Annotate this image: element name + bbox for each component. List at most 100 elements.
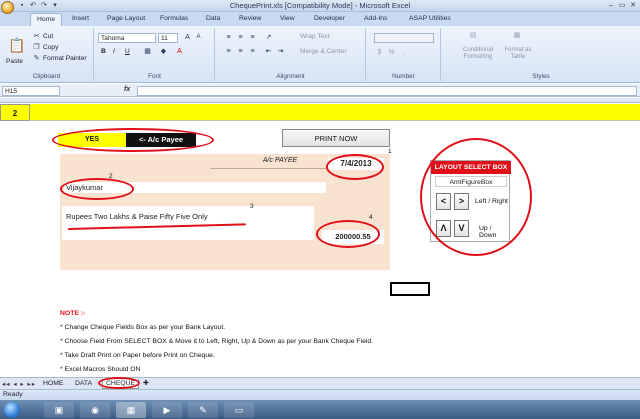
name-annotation-ellipse: [60, 178, 134, 200]
row-2: [0, 104, 640, 121]
bold-button[interactable]: B: [101, 48, 106, 55]
amount-annotation-ellipse: [316, 220, 380, 248]
row-header[interactable]: 2: [0, 104, 30, 121]
underline-button[interactable]: U: [125, 48, 130, 55]
tab-review[interactable]: Review: [239, 15, 261, 22]
cheque-tab-annotation-ellipse: [98, 377, 140, 389]
paste-button[interactable]: Paste: [6, 58, 23, 65]
comma-icon[interactable]: ,: [399, 48, 408, 57]
conditional-formatting-button[interactable]: Conditional Formatting: [456, 47, 500, 61]
font-color-icon[interactable]: A: [175, 47, 184, 56]
annotation-number: 3: [250, 203, 254, 210]
format-painter-icon: ✎: [33, 55, 40, 62]
note-item: * Take Draft Print on Paper before Print…: [60, 352, 215, 359]
cut-icon: ✂: [33, 33, 40, 40]
format-as-table-button[interactable]: Format as Table: [502, 47, 534, 61]
fill-color-icon[interactable]: ◆: [159, 47, 168, 56]
format-as-table-icon[interactable]: ▦: [510, 31, 524, 45]
note-item: * Change Cheque Fields Box as per your B…: [60, 324, 226, 331]
browser-icon[interactable]: ◉: [80, 402, 110, 418]
tab-formulas[interactable]: Formulas: [160, 15, 188, 22]
percent-icon[interactable]: %: [387, 48, 396, 57]
conditional-formatting-icon[interactable]: ▤: [466, 31, 480, 45]
align-left-icon[interactable]: ≡: [224, 47, 233, 56]
note-item: * Choose Field From SELECT BOX & Move it…: [60, 338, 374, 345]
font-size-select[interactable]: 11: [158, 33, 178, 43]
tab-data[interactable]: Data: [206, 15, 220, 22]
tools-icon[interactable]: ✎: [188, 402, 218, 418]
note-item: * Excel Macros Should ON: [60, 366, 141, 373]
align-top-icon[interactable]: ≡: [224, 33, 233, 42]
media-icon[interactable]: ▶: [152, 402, 182, 418]
tab-asap-utilities[interactable]: ASAP Utilities: [409, 15, 451, 22]
column-headers: [0, 98, 640, 103]
maximize-button[interactable]: ▭: [617, 1, 627, 10]
amount-words-field[interactable]: Rupees Two Lakhs & Paise Fifty Five Only: [62, 206, 314, 240]
merge-center-button[interactable]: Merge & Center: [300, 48, 347, 55]
tab-add-ins[interactable]: Add-Ins: [364, 15, 387, 22]
alignment-label: Alignment: [276, 73, 305, 80]
grow-font-icon[interactable]: A: [183, 33, 192, 42]
copy-button[interactable]: Copy: [43, 44, 58, 51]
font-name-select[interactable]: Tahoma: [98, 33, 156, 43]
minimize-button[interactable]: –: [606, 1, 616, 10]
status-text: Ready: [3, 391, 23, 398]
tab-developer[interactable]: Developer: [314, 15, 345, 22]
highlight-ellipse: [52, 128, 214, 152]
worksheet: 2 YES <- A/c Payee PRINT NOW A/c PAYEE 7…: [0, 104, 640, 377]
align-bottom-icon[interactable]: ≡: [248, 33, 257, 42]
align-center-icon[interactable]: ≡: [236, 47, 245, 56]
borders-icon[interactable]: ▦: [143, 47, 152, 56]
align-middle-icon[interactable]: ≡: [236, 33, 245, 42]
layout-box-annotation-ellipse: [420, 138, 532, 256]
font-label: Font: [148, 73, 161, 80]
align-right-icon[interactable]: ≡: [248, 47, 257, 56]
clipboard-label: Clipboard: [32, 73, 61, 80]
start-button[interactable]: [4, 402, 20, 418]
office-button[interactable]: [1, 1, 14, 14]
insert-sheet-icon[interactable]: ✚: [140, 379, 152, 389]
currency-icon[interactable]: $: [375, 48, 384, 57]
styles-group: ▤ Conditional Formatting ▦ Format as Tab…: [442, 28, 640, 81]
ribbon: 📋 Paste ✂ Cut ❐ Copy ✎ Format Painter Cl…: [0, 26, 640, 83]
tab-insert[interactable]: Insert: [72, 15, 89, 22]
format-painter-button[interactable]: Format Painter: [43, 55, 87, 62]
wrap-text-button[interactable]: Wrap Text: [300, 33, 329, 40]
number-label: Number: [392, 73, 415, 80]
sheet-tab-home[interactable]: HOME: [40, 379, 66, 389]
folder-icon[interactable]: ▣: [44, 402, 74, 418]
paste-icon[interactable]: 📋: [8, 36, 25, 54]
tab-page-layout[interactable]: Page Layout: [107, 15, 145, 22]
font-group: Tahoma 11 A A B I U ▦ ◆ A Font: [95, 28, 215, 81]
increase-indent-icon[interactable]: ⇥: [276, 47, 285, 56]
alignment-group: ≡ ≡ ≡ ↗ Wrap Text ≡ ≡ ≡ ⇤ ⇥ Merge & Cent…: [216, 28, 366, 81]
close-button[interactable]: ✕: [628, 1, 638, 10]
taskbar: ▣ ◉ ▦ ▶ ✎ ▭: [0, 400, 640, 419]
decrease-indent-icon[interactable]: ⇤: [264, 47, 273, 56]
italic-button[interactable]: I: [113, 48, 115, 55]
selected-cell[interactable]: [390, 282, 430, 296]
sheet-tab-data[interactable]: DATA: [72, 379, 95, 389]
ribbon-tabs: Home Insert Page Layout Formulas Data Re…: [0, 12, 640, 26]
cut-button[interactable]: Cut: [43, 33, 53, 40]
title-bar: ▪ ↶ ↷ ▾ ChequePrint.xls [Compatibility M…: [0, 0, 640, 12]
image-icon[interactable]: ▭: [224, 402, 254, 418]
annotation-number: 2: [109, 173, 113, 180]
status-bar: Ready: [0, 389, 640, 400]
shrink-font-icon[interactable]: A: [194, 33, 203, 42]
window-controls: – ▭ ✕: [606, 1, 638, 10]
tab-home[interactable]: Home: [30, 13, 63, 26]
annotation-number: 4: [369, 214, 373, 221]
print-now-button[interactable]: PRINT NOW: [282, 129, 390, 147]
orientation-icon[interactable]: ↗: [264, 33, 273, 42]
tab-view[interactable]: View: [280, 15, 295, 22]
fx-icon[interactable]: fx: [124, 86, 130, 93]
sheet-nav-icons[interactable]: ◂◂ ◂ ▸ ▸▸: [2, 380, 36, 388]
excel-icon[interactable]: ▦: [116, 402, 146, 418]
name-box[interactable]: H15: [2, 86, 60, 96]
formula-input[interactable]: [137, 86, 637, 96]
number-format-select[interactable]: [374, 33, 434, 43]
date-annotation-ellipse: [326, 154, 384, 180]
number-group: $ % , Number: [367, 28, 441, 81]
window-title: ChequePrint.xls [Compatibility Mode] - M…: [229, 1, 411, 10]
